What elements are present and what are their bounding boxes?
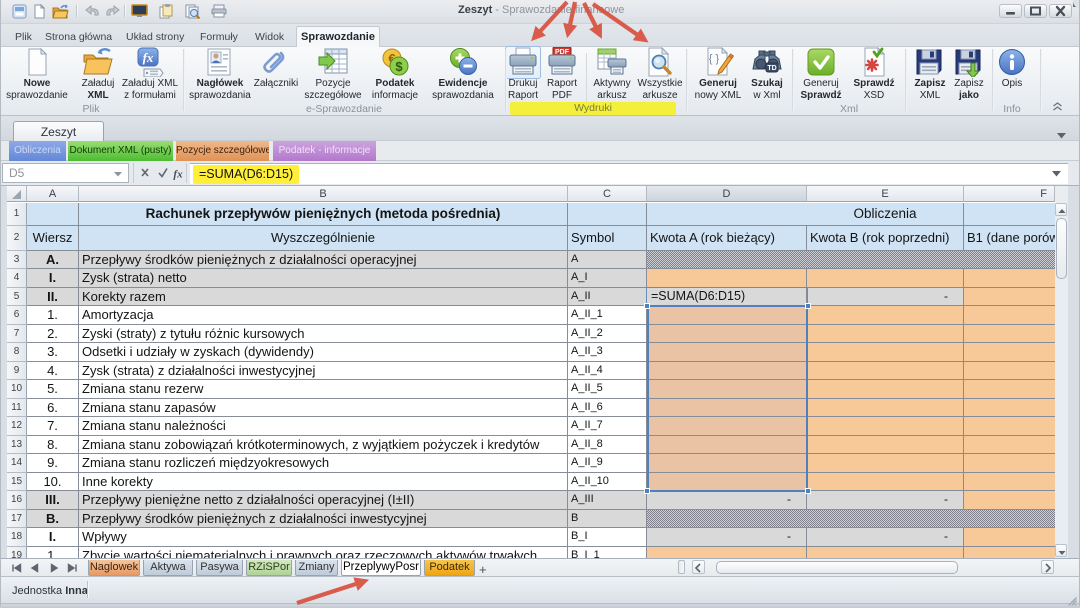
svg-text:$: $ — [395, 59, 403, 74]
svg-text:TD: TD — [767, 65, 776, 72]
svg-text:fx: fx — [143, 50, 154, 65]
svg-text:fx: fx — [173, 169, 183, 181]
svg-text:{ }: { } — [709, 53, 720, 65]
